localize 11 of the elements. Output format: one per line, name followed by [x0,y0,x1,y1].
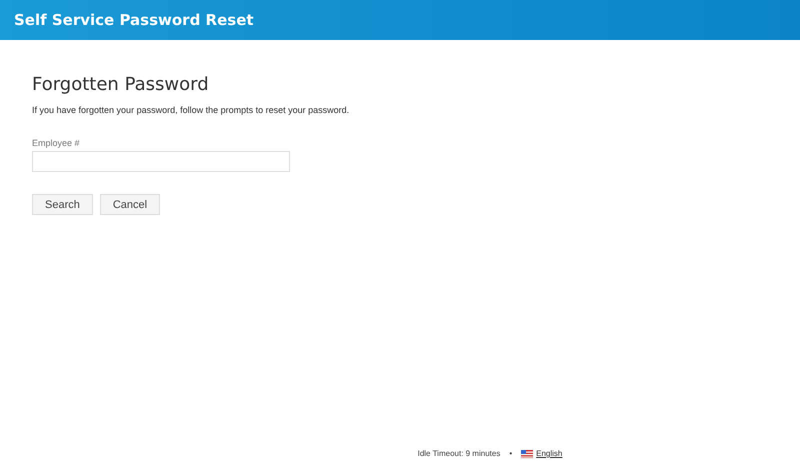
employee-number-field[interactable] [32,151,290,172]
field-label: Employee # [32,138,80,148]
separator-dot: • [509,449,512,458]
page-heading: Forgotten Password [32,74,209,95]
app-title: Self Service Password Reset [14,11,254,29]
cancel-button[interactable]: Cancel [100,194,160,215]
instructions-text: If you have forgotten your password, follow the prompts to reset your password. [32,105,350,115]
language-link[interactable]: English [536,449,562,458]
idle-timeout-text: Idle Timeout: 9 minutes [418,449,500,458]
flag-icon [521,450,534,458]
search-button[interactable]: Search [32,194,93,215]
